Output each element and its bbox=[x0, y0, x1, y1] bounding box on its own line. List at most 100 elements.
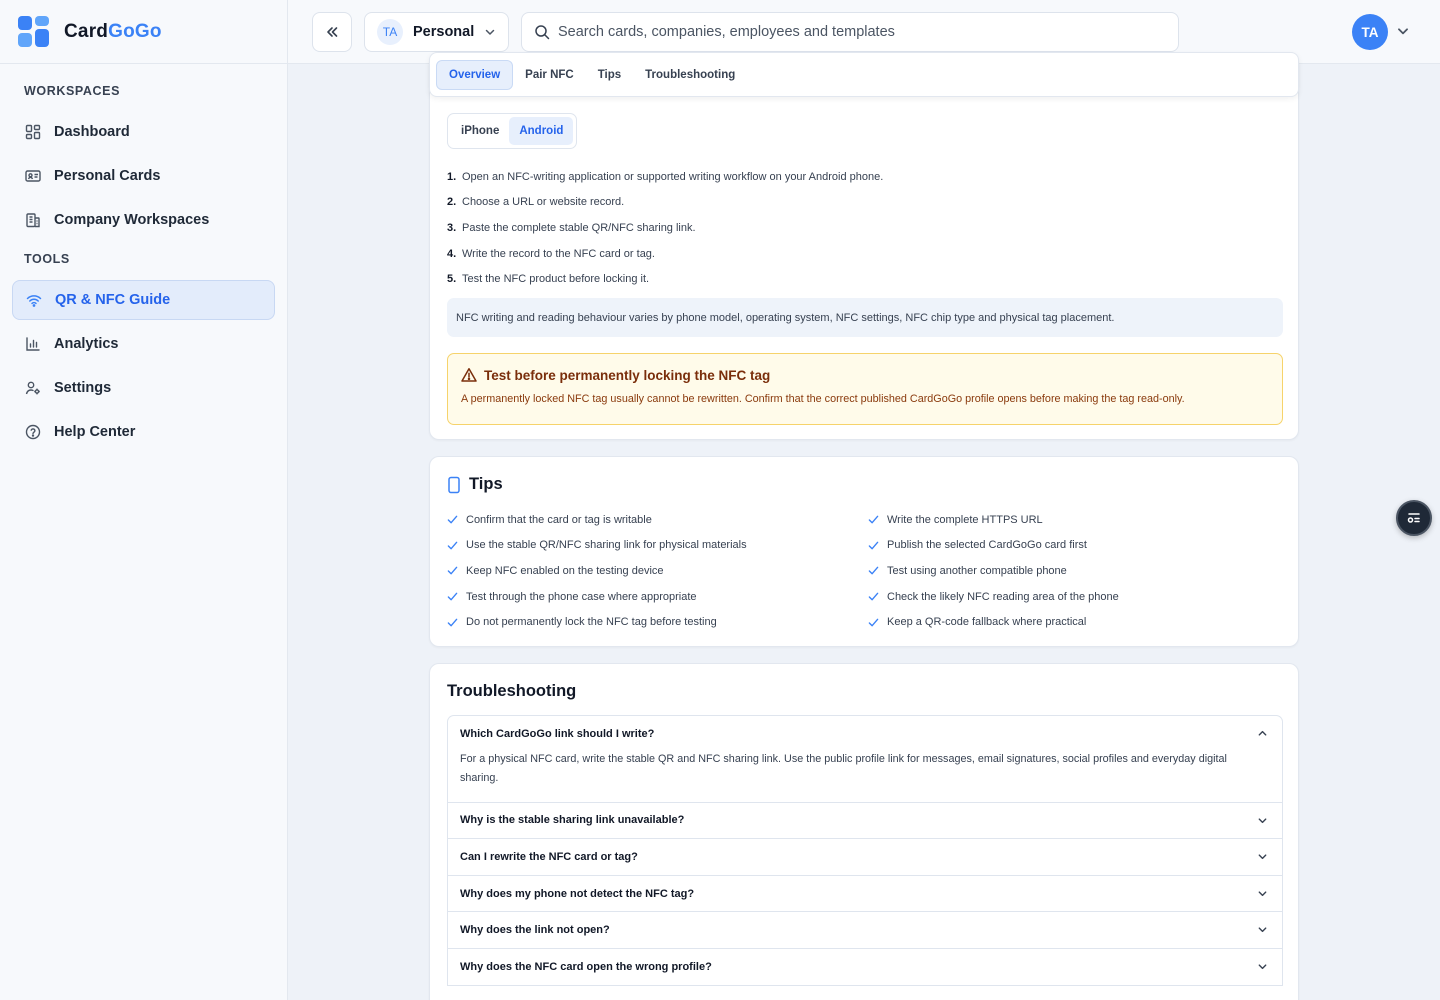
faq-item[interactable]: Why does my phone not detect the NFC tag… bbox=[448, 876, 1282, 913]
faq-item[interactable]: Which CardGoGo link should I write? For … bbox=[448, 716, 1282, 803]
search-box[interactable] bbox=[521, 12, 1179, 52]
tab-troubleshooting[interactable]: Troubleshooting bbox=[633, 60, 747, 90]
warning-triangle-icon bbox=[461, 368, 477, 382]
faq-question[interactable]: Can I rewrite the NFC card or tag? bbox=[448, 839, 1282, 875]
list-item: Use the stable QR/NFC sharing link for p… bbox=[447, 533, 747, 559]
sidebar-item-label: Dashboard bbox=[54, 124, 130, 140]
chevron-down-icon[interactable] bbox=[1257, 961, 1268, 972]
section-label-tools: TOOLS bbox=[24, 252, 70, 266]
building-icon bbox=[24, 211, 42, 229]
sidebar-item-dashboard[interactable]: Dashboard bbox=[12, 112, 275, 152]
check-icon bbox=[447, 515, 458, 524]
sidebar-item-label: Analytics bbox=[54, 336, 119, 352]
sidebar-item-label: Settings bbox=[54, 380, 112, 396]
check-icon bbox=[447, 567, 458, 575]
check-icon bbox=[868, 541, 879, 550]
list-item: 1. Open an NFC-writing application or sup… bbox=[447, 170, 884, 183]
faq-question[interactable]: Why does my phone not detect the NFC tag… bbox=[448, 876, 1282, 912]
phone-icon bbox=[448, 476, 460, 493]
faq-question[interactable]: Why does the NFC card open the wrong pro… bbox=[448, 949, 1282, 985]
faq-question[interactable]: Why does the link not open? bbox=[448, 912, 1282, 948]
sidebar-item-qr-nfc-guide[interactable]: QR & NFC Guide bbox=[12, 280, 275, 320]
check-icon bbox=[868, 592, 879, 601]
search-input[interactable] bbox=[558, 24, 1158, 40]
wifi-icon bbox=[25, 291, 43, 309]
troubleshooting-title: Troubleshooting bbox=[447, 682, 577, 700]
chevron-up-icon[interactable] bbox=[1257, 728, 1268, 739]
faq-item[interactable]: Why does the NFC card open the wrong pro… bbox=[448, 949, 1282, 986]
overview-card: iPhone Android 1. Open an NFC-writing app… bbox=[429, 53, 1299, 440]
nfc-behaviour-note: NFC writing and reading behaviour varies… bbox=[447, 298, 1283, 337]
tab-overview[interactable]: Overview bbox=[436, 59, 514, 90]
sidebar-item-label: Help Center bbox=[54, 424, 136, 440]
check-icon bbox=[447, 618, 458, 627]
list-item: Keep a QR-code fallback where practical bbox=[868, 609, 1119, 635]
list-item: Test through the phone case where approp… bbox=[447, 584, 747, 610]
dashboard-icon bbox=[24, 123, 42, 141]
sidebar-item-company-workspaces[interactable]: Company Workspaces bbox=[12, 200, 275, 240]
sidebar-item-label: Company Workspaces bbox=[54, 212, 210, 228]
list-toggle-icon bbox=[1407, 513, 1420, 523]
chevron-down-icon[interactable] bbox=[1257, 815, 1268, 826]
faq-question[interactable]: Why is the stable sharing link unavailab… bbox=[448, 803, 1282, 839]
list-item: Publish the selected CardGoGo card first bbox=[868, 533, 1119, 559]
sidebar: CardGoGo WORKSPACES Dashboard Personal C… bbox=[0, 0, 288, 1000]
help-circle-icon bbox=[24, 423, 42, 441]
section-label-workspaces: WORKSPACES bbox=[24, 84, 121, 98]
workspace-avatar: TA bbox=[377, 19, 403, 45]
brand[interactable]: CardGoGo bbox=[0, 0, 287, 64]
sidebar-item-help-center[interactable]: Help Center bbox=[12, 412, 275, 452]
workspace-select[interactable]: TA Personal bbox=[364, 12, 509, 52]
chevron-down-icon[interactable] bbox=[1257, 851, 1268, 862]
faq-accordion: Which CardGoGo link should I write? For … bbox=[447, 715, 1283, 986]
collapse-sidebar-button[interactable] bbox=[312, 12, 352, 52]
tab-tips[interactable]: Tips bbox=[586, 60, 633, 90]
warning-text: A permanently locked NFC tag usually can… bbox=[461, 393, 1185, 405]
faq-item[interactable]: Why is the stable sharing link unavailab… bbox=[448, 803, 1282, 840]
chevron-down-icon bbox=[486, 29, 495, 35]
list-item: Check the likely NFC reading area of the… bbox=[868, 584, 1119, 610]
cardgogo-logo-icon bbox=[18, 15, 50, 48]
tips-title: Tips bbox=[469, 475, 503, 493]
floating-menu-button[interactable] bbox=[1396, 500, 1432, 536]
tips-card: Tips Confirm that the card or tag is wri… bbox=[429, 456, 1299, 647]
guide-tabs: Overview Pair NFC Tips Troubleshooting bbox=[429, 52, 1299, 97]
warning-title: Test before permanently locking the NFC … bbox=[484, 367, 771, 383]
list-item: 3. Paste the complete stable QR/NFC shari… bbox=[447, 221, 696, 234]
bar-chart-icon bbox=[24, 335, 42, 353]
check-icon bbox=[447, 592, 458, 601]
chevron-down-icon[interactable] bbox=[1257, 888, 1268, 899]
list-item: Keep NFC enabled on the testing device bbox=[447, 558, 747, 584]
platform-iphone[interactable]: iPhone bbox=[451, 117, 509, 145]
user-avatar[interactable]: TA bbox=[1352, 14, 1388, 50]
tips-right-list: Write the complete HTTPS URL Publish the… bbox=[868, 507, 1119, 635]
tab-pair-nfc[interactable]: Pair NFC bbox=[513, 60, 586, 90]
chevrons-left-icon bbox=[327, 27, 338, 37]
check-icon bbox=[868, 567, 879, 575]
chevron-down-icon[interactable] bbox=[1396, 24, 1410, 38]
sidebar-item-label: Personal Cards bbox=[54, 168, 161, 184]
sidebar-item-label: QR & NFC Guide bbox=[55, 292, 171, 308]
sidebar-item-analytics[interactable]: Analytics bbox=[12, 324, 275, 364]
sidebar-item-settings[interactable]: Settings bbox=[12, 368, 275, 408]
check-icon bbox=[868, 618, 879, 627]
check-icon bbox=[447, 541, 458, 550]
brand-name: CardGoGo bbox=[64, 20, 162, 42]
list-item: Do not permanently lock the NFC tag befo… bbox=[447, 609, 747, 635]
troubleshooting-card: Troubleshooting Which CardGoGo link shou… bbox=[429, 663, 1299, 1000]
sidebar-item-personal-cards[interactable]: Personal Cards bbox=[12, 156, 275, 196]
faq-answer: For a physical NFC card, write the stabl… bbox=[460, 752, 1227, 784]
workspace-name: Personal bbox=[413, 24, 475, 40]
id-card-icon bbox=[24, 167, 42, 185]
list-item: 2. Choose a URL or website record. bbox=[447, 196, 625, 209]
list-item: Write the complete HTTPS URL bbox=[868, 507, 1119, 533]
tips-left-list: Confirm that the card or tag is writable… bbox=[447, 507, 747, 635]
faq-item[interactable]: Can I rewrite the NFC card or tag? bbox=[448, 839, 1282, 876]
check-icon bbox=[868, 515, 879, 524]
platform-toggle: iPhone Android bbox=[447, 113, 578, 149]
platform-android[interactable]: Android bbox=[509, 117, 574, 145]
faq-question[interactable]: Which CardGoGo link should I write? bbox=[448, 716, 1282, 752]
android-steps: 1. Open an NFC-writing application or sup… bbox=[447, 164, 1277, 292]
chevron-down-icon[interactable] bbox=[1257, 924, 1268, 935]
faq-item[interactable]: Why does the link not open? bbox=[448, 912, 1282, 949]
